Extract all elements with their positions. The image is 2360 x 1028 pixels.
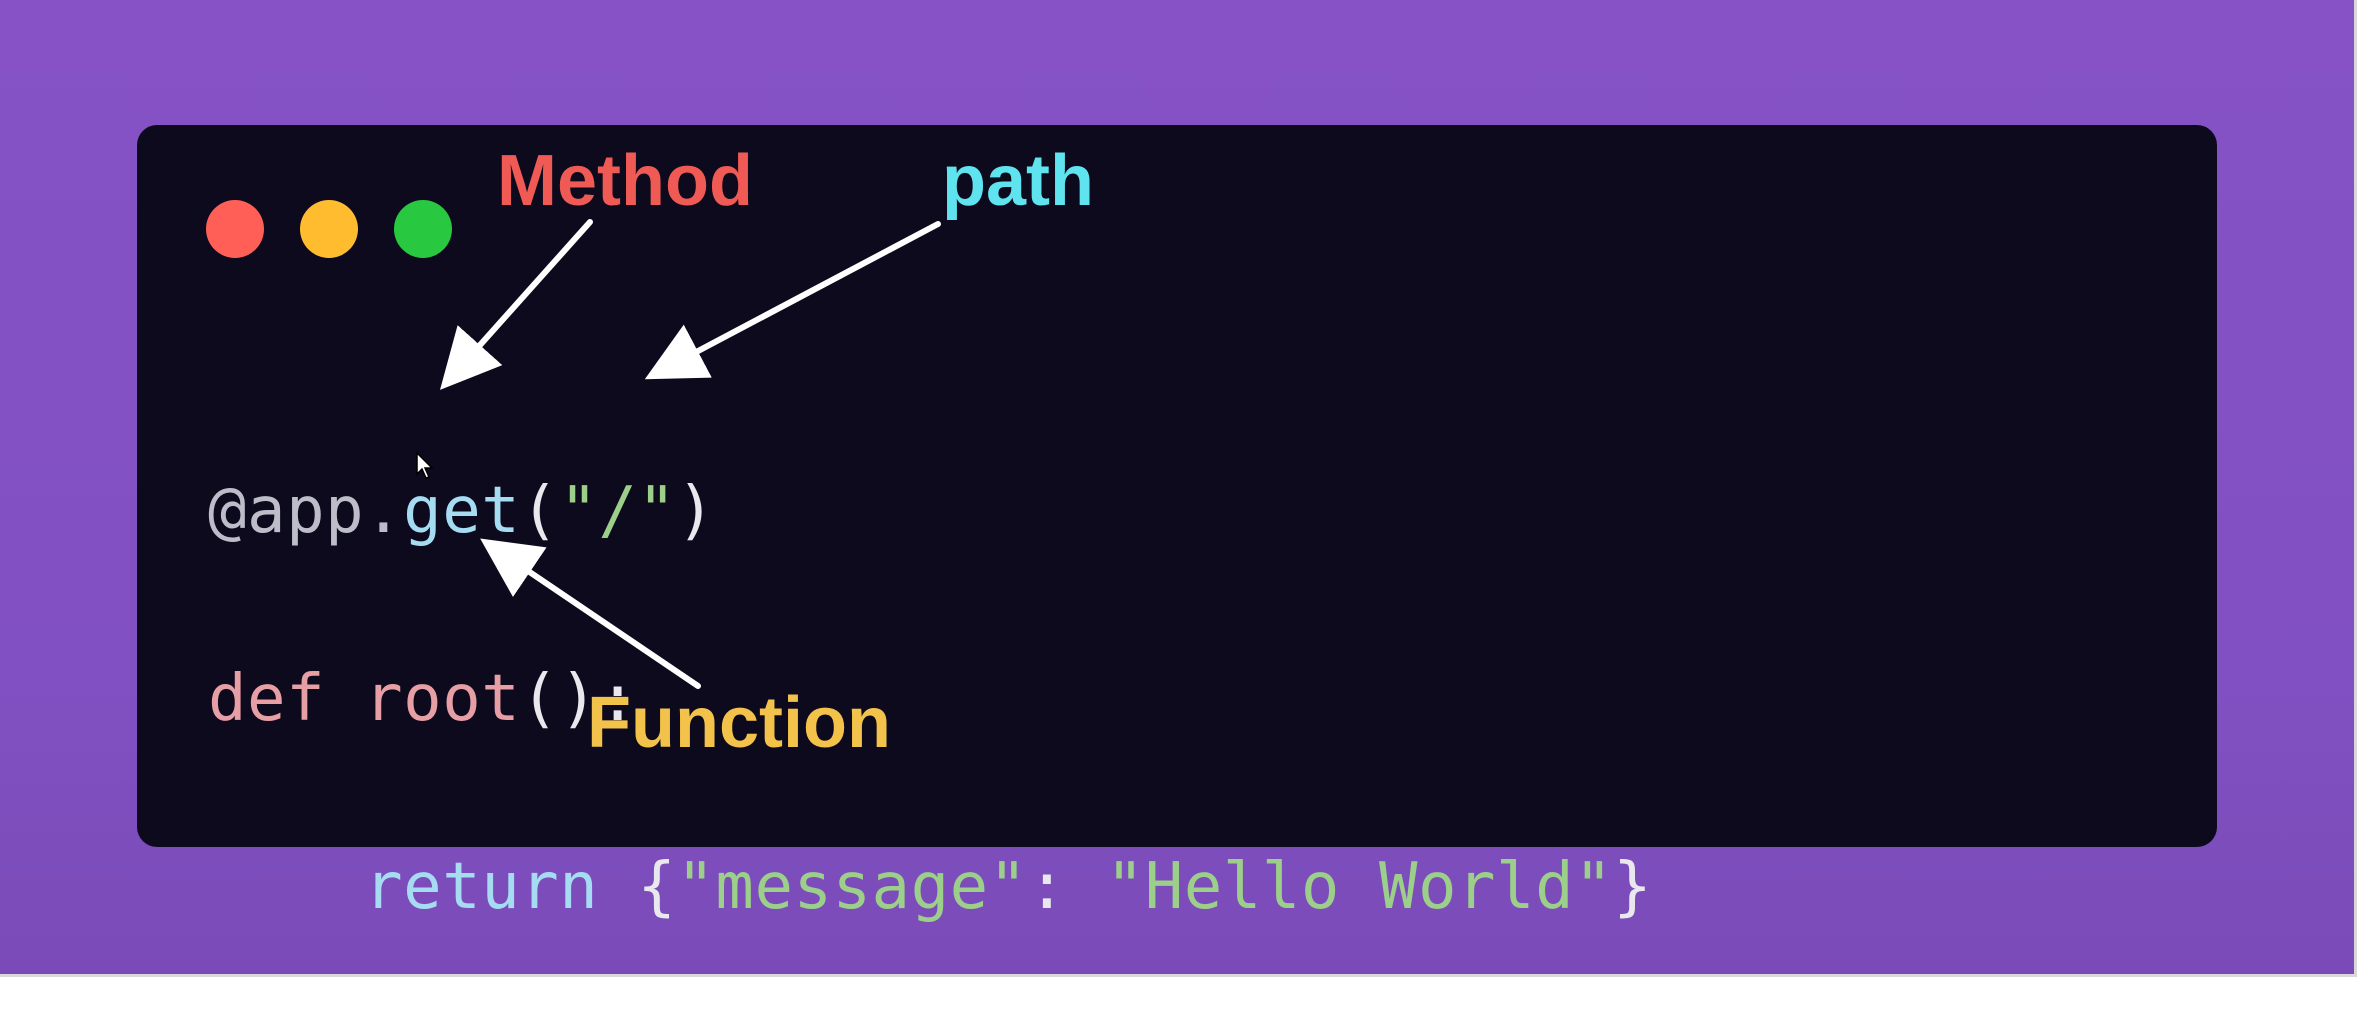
- def-keyword-token: def: [208, 662, 326, 736]
- return-keyword-token: return: [364, 850, 599, 924]
- maximize-dot-icon: [394, 200, 452, 258]
- close-paren-token: ): [676, 474, 716, 548]
- mouse-cursor-icon: [416, 452, 434, 479]
- code-line-return: return {"message": "Hello World"}: [208, 840, 1652, 934]
- code-line-def: def root():: [208, 652, 1652, 746]
- path-token: "/": [559, 474, 677, 548]
- function-annotation-label: Function: [587, 683, 891, 763]
- open-brace-token: {: [637, 850, 677, 924]
- minimize-dot-icon: [300, 200, 358, 258]
- message-key-token: "message": [676, 850, 1028, 924]
- method-annotation-label: Method: [497, 141, 753, 221]
- path-annotation-label: path: [942, 141, 1094, 221]
- close-dot-icon: [206, 200, 264, 258]
- function-name-token: root: [364, 662, 521, 736]
- open-paren-token: (: [520, 474, 560, 548]
- close-brace-token: }: [1613, 850, 1653, 924]
- method-token: get: [403, 474, 521, 548]
- indent-token: [208, 850, 364, 924]
- message-value-token: "Hello World": [1105, 850, 1614, 924]
- colon-token: :: [1027, 850, 1106, 924]
- decorator-token: @app.: [208, 474, 404, 548]
